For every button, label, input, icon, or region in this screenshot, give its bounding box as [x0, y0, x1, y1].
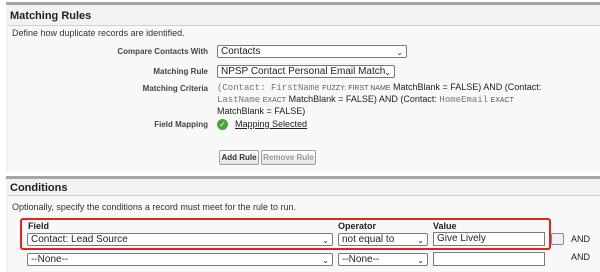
- criteria-part: LastName: [217, 95, 261, 105]
- compare-value: Contacts: [221, 46, 261, 57]
- condition-operator-select[interactable]: --None-- ⌄: [338, 253, 428, 266]
- criteria-part: (Contact: FirstName: [217, 83, 320, 93]
- and-label: AND: [571, 234, 591, 244]
- matching-criteria-text: (Contact: FirstName FUZZY: FIRST NAME Ma…: [217, 82, 547, 117]
- conditions-description: Optionally, specify the conditions a rec…: [12, 202, 296, 212]
- highlight-box: [20, 218, 551, 250]
- remove-rule-button[interactable]: Remove Rule: [261, 150, 316, 165]
- condition-field-select[interactable]: --None-- ⌄: [27, 253, 333, 266]
- criteria-part: MatchBlank = FALSE) AND (Contact:: [288, 94, 437, 104]
- conditions-title: Conditions: [10, 182, 68, 194]
- matching-rules-title: Matching Rules: [10, 10, 92, 22]
- matching-rule-select[interactable]: NPSP Contact Personal Email Match ⌄: [217, 65, 395, 78]
- condition-field-value: --None--: [31, 254, 69, 265]
- mapping-selected-link[interactable]: Mapping Selected: [235, 119, 307, 129]
- add-rule-button[interactable]: Add Rule: [219, 150, 259, 165]
- field-mapping-label: Field Mapping: [154, 120, 208, 129]
- chevron-down-icon: ⌄: [396, 48, 403, 57]
- condition-value-input[interactable]: [433, 252, 545, 266]
- and-label: AND: [571, 252, 591, 262]
- criteria-part: MatchBlank = FALSE): [217, 106, 306, 116]
- matching-rule-label: Matching Rule: [153, 67, 208, 76]
- criteria-keyword: FUZZY: FIRST NAME: [322, 85, 391, 92]
- section-top-border: [6, 2, 600, 5]
- criteria-part: HomeEmail: [439, 95, 489, 105]
- matching-rule-value: NPSP Contact Personal Email Match: [221, 66, 386, 77]
- condition-operator-value: --None--: [342, 254, 380, 265]
- checkmark-icon: ✓: [217, 119, 228, 130]
- lookup-icon[interactable]: [551, 233, 564, 245]
- matching-rules-description: Define how duplicate records are identif…: [12, 28, 185, 38]
- compare-label: Compare Contacts With: [117, 47, 208, 56]
- matching-criteria-label: Matching Criteria: [142, 84, 208, 93]
- section-top-border: [6, 176, 600, 179]
- chevron-down-icon: ⌄: [417, 256, 424, 265]
- chevron-down-icon: ⌄: [322, 256, 329, 265]
- compare-contacts-select[interactable]: Contacts ⌄: [217, 45, 407, 58]
- criteria-part: MatchBlank = FALSE) AND (Contact:: [392, 82, 542, 92]
- criteria-keyword: EXACT: [262, 97, 287, 104]
- chevron-down-icon: ⌄: [384, 68, 391, 77]
- criteria-keyword: EXACT: [490, 97, 514, 104]
